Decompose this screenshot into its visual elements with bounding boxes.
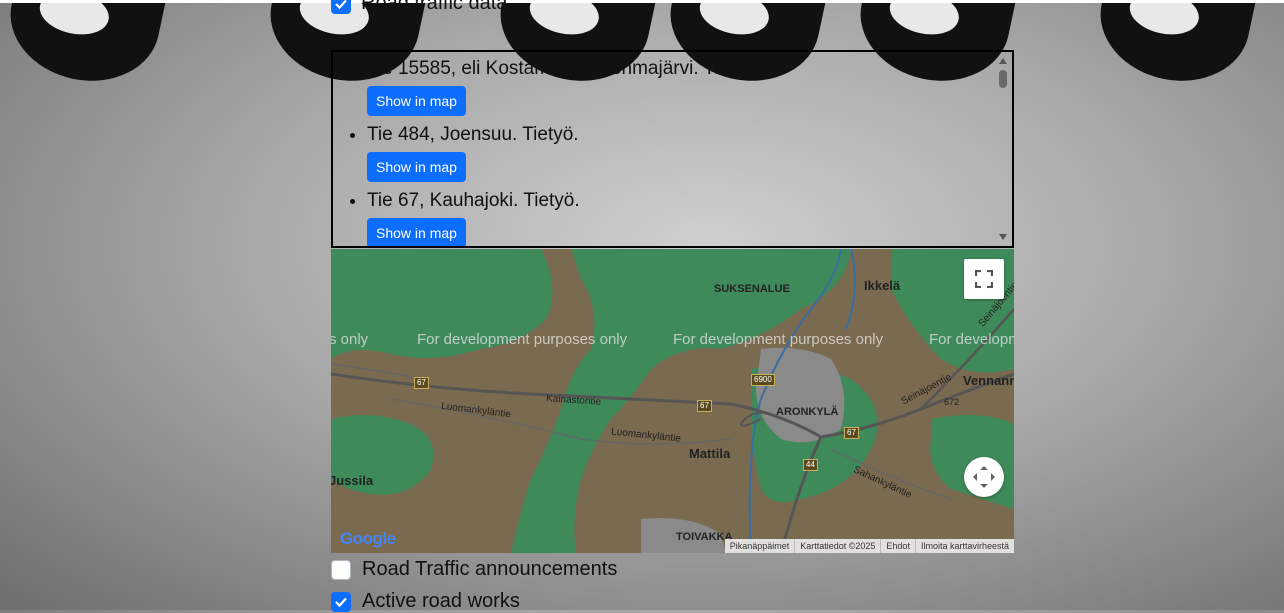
map-place-label: Ikkelä <box>864 278 901 293</box>
map-place-label: ARONKYLÄ <box>776 406 839 418</box>
keyboard-shortcuts-link[interactable]: Pikanäppäimet <box>725 539 795 553</box>
map-view[interactable]: s only For development purposes only For… <box>331 249 1014 553</box>
road-number-shield: 67 <box>844 427 859 439</box>
divider <box>0 0 1284 3</box>
road-traffic-announcements-label: Road Traffic announcements <box>362 558 618 580</box>
map-attribution: Pikanäppäimet Karttatiedot ©2025 Ehdot I… <box>724 539 1014 553</box>
scroll-up-arrow-icon[interactable] <box>999 58 1007 64</box>
list-item: Tie 67, Kauhajoki. Tietyö. Show in map <box>367 188 1012 246</box>
map-watermark: For developm <box>929 331 1014 348</box>
show-in-map-button[interactable]: Show in map <box>367 86 466 116</box>
show-in-map-button[interactable]: Show in map <box>367 152 466 182</box>
road-number-shield: 6900 <box>751 374 775 386</box>
road-number-shield: 67 <box>697 400 712 412</box>
road-number-shield: 67 <box>414 377 429 389</box>
google-logo-text: Google <box>340 529 396 548</box>
road-traffic-announcements-option[interactable]: Road Traffic announcements <box>331 558 617 581</box>
map-camera-control-button[interactable] <box>964 457 1004 497</box>
map-place-label: Vennann <box>963 373 1014 388</box>
road-traffic-data-checkbox[interactable] <box>331 0 351 14</box>
scroll-thumb[interactable] <box>999 70 1007 88</box>
map-place-label: Mattila <box>689 446 731 461</box>
google-logo: Google <box>340 529 396 549</box>
scroll-down-arrow-icon[interactable] <box>999 234 1007 240</box>
map-place-label: SUKSENALUE <box>714 283 790 295</box>
announcement-text: Tie 67, Kauhajoki. Tietyö. <box>367 190 580 211</box>
decor-shape <box>0 0 171 95</box>
check-icon <box>335 597 347 607</box>
decor-shape <box>1089 0 1261 95</box>
list-item: Tie 484, Joensuu. Tietyö. Show in map <box>367 122 1012 188</box>
map-place-label: Jussila <box>331 473 374 488</box>
check-icon <box>335 0 347 9</box>
announcement-text: Tie 484, Joensuu. Tietyö. <box>367 124 579 145</box>
terms-link[interactable]: Ehdot <box>880 539 915 553</box>
fullscreen-icon <box>975 270 993 288</box>
scrollbar[interactable] <box>995 52 1012 246</box>
road-traffic-announcements-checkbox[interactable] <box>331 559 351 580</box>
list-item: Tie 15585, eli Kostamontie, Tohmajärvi. … <box>367 56 1012 122</box>
show-in-map-button[interactable]: Show in map <box>367 218 466 246</box>
announcement-list-panel[interactable]: Tie 15585, eli Kostamontie, Tohmajärvi. … <box>331 50 1014 248</box>
road-traffic-data-label: Road traffic data <box>361 0 508 14</box>
announcement-list: Tie 15585, eli Kostamontie, Tohmajärvi. … <box>333 52 1012 246</box>
announcement-text: Tie 15585, eli Kostamontie, Tohmajärvi. … <box>367 58 760 79</box>
map-watermark: For development purposes only <box>417 331 628 348</box>
report-map-error-link[interactable]: Ilmoita karttavirheestä <box>914 539 1014 553</box>
active-road-works-checkbox[interactable] <box>331 591 351 612</box>
map-watermark: For development purposes only <box>673 331 884 348</box>
map-data-label: Karttatiedot ©2025 <box>794 539 880 553</box>
fullscreen-button[interactable] <box>964 259 1004 299</box>
map-road-label: 672 <box>944 397 960 407</box>
road-traffic-data-option[interactable]: Road traffic data <box>331 0 507 15</box>
move-arrows-icon <box>973 466 995 488</box>
road-number-shield: 44 <box>803 459 818 471</box>
map-watermark: s only <box>331 331 369 348</box>
